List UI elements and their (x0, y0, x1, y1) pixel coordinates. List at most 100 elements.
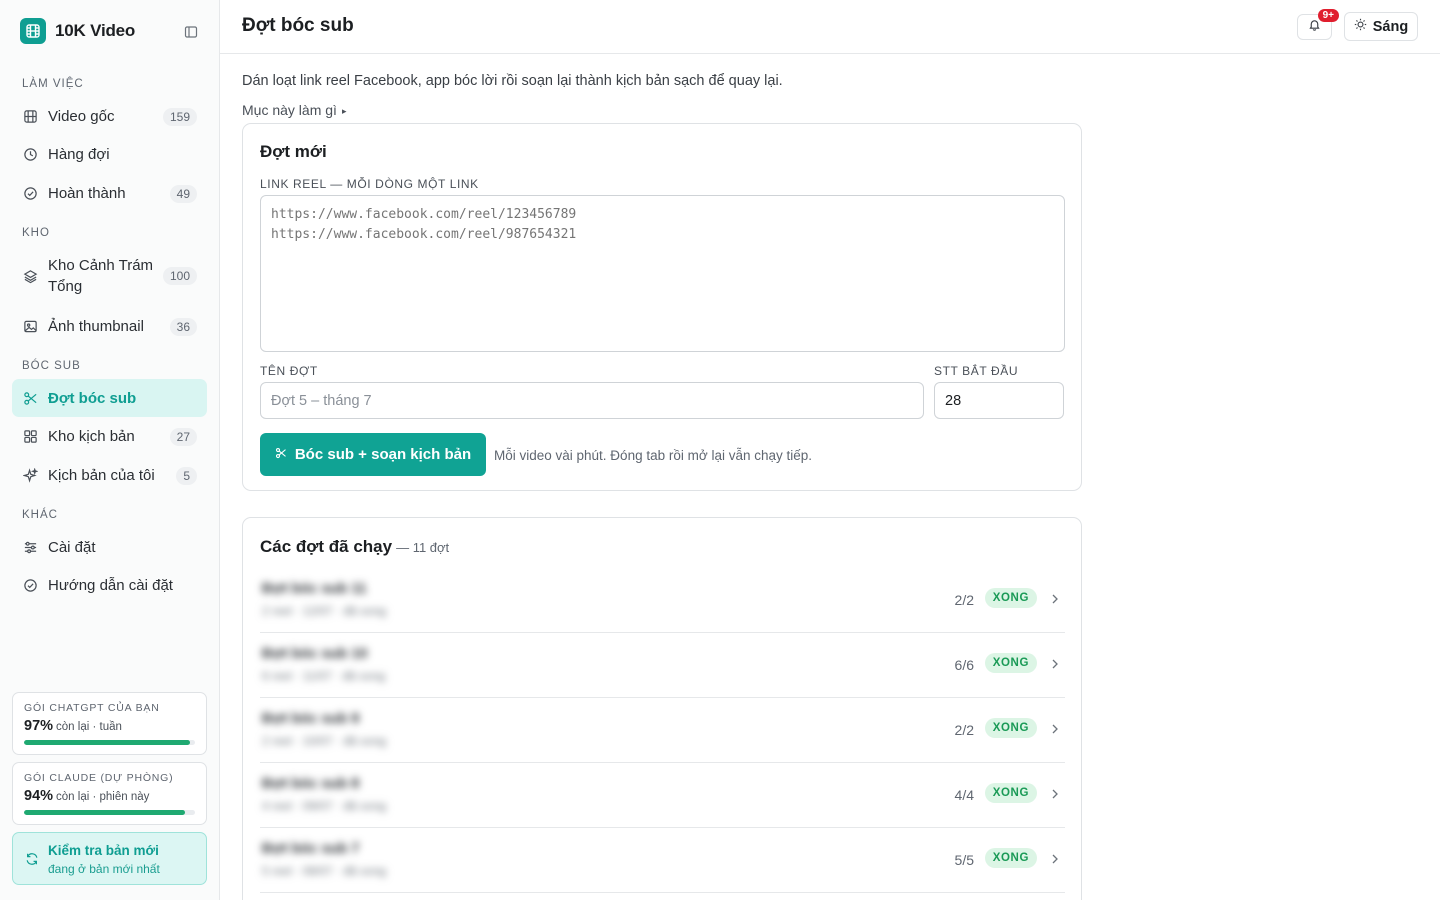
sidebar-item-hoan-thanh[interactable]: Hoàn thành 49 (12, 179, 207, 208)
batch-row-progress: 2/2 (954, 592, 974, 608)
quota-bar-fill (24, 810, 185, 815)
start-index-label: STT BẮT ĐẦU (934, 364, 1019, 378)
status-badge: XONG (984, 783, 1037, 803)
section-label-kho: KHO (22, 227, 50, 239)
help-toggle[interactable]: Mục này làm gì ▸ (242, 102, 346, 118)
batch-row-meta: 2 reel · 10/07 · đã xong (262, 734, 387, 748)
count-badge: 5 (176, 466, 197, 485)
quota-title: GÓI CHATGPT CỦA BẠN (24, 702, 160, 714)
run-button-label: Bóc sub + soạn kịch bản (294, 446, 472, 463)
sidebar-item-label: Hướng dẫn cài đặt (48, 577, 173, 594)
brand[interactable]: 10K Video (20, 18, 135, 44)
count-badge: 27 (169, 427, 197, 446)
sidebar-item-label: Đợt bóc sub (48, 389, 137, 407)
history-count: — 11 đợt (396, 540, 450, 555)
sparkles-icon (22, 468, 38, 484)
count-badge: 36 (169, 317, 197, 336)
sidebar-item-label: Video gốc (48, 108, 115, 125)
sidebar-item-kho-kich-ban[interactable]: Kho kịch bản 27 (12, 422, 207, 451)
quota-percent: 97% (24, 718, 54, 734)
layers-icon (22, 268, 38, 284)
scissors-icon (22, 390, 38, 406)
quota-value: 94% còn lại · phiên này (24, 788, 195, 804)
links-label: LINK REEL — MỖI DÒNG MỘT LINK (260, 177, 479, 191)
sidebar-item-kho-canh-tram[interactable]: Kho Cảnh Trám Tổng 100 (12, 253, 207, 299)
caret-right-icon: ▸ (341, 105, 347, 116)
help-toggle-label: Mục này làm gì (242, 102, 337, 118)
grid-icon (22, 429, 38, 445)
section-label-lam-viec: LÀM VIỆC (22, 78, 84, 90)
batch-name-input[interactable] (260, 382, 924, 419)
sidebar-item-huong-dan[interactable]: Hướng dẫn cài đặt (12, 571, 207, 600)
theme-toggle-button[interactable]: Sáng (1344, 12, 1418, 41)
batch-row[interactable]: Đợt bóc sub 7 5 reel · 08/07 · đã xong 5… (260, 828, 1065, 893)
app-name: 10K Video (55, 21, 136, 40)
top-header: Đợt bóc sub 9+ Sáng (220, 0, 1440, 54)
page-title: Đợt bóc sub (242, 15, 354, 36)
chevron-right-icon (1049, 852, 1061, 870)
new-batch-title: Đợt mới (260, 142, 327, 161)
sidebar-item-label: Hoàn thành (48, 185, 126, 202)
count-badge: 100 (162, 267, 197, 285)
quota-bar (24, 810, 195, 815)
batch-row-progress: 6/6 (954, 657, 974, 673)
batch-row-name: Đợt bóc sub 9 (262, 711, 360, 727)
reel-links-input[interactable] (260, 195, 1065, 352)
sun-icon (1354, 18, 1367, 36)
check-circle-icon (22, 186, 38, 202)
chevron-right-icon (1049, 722, 1061, 740)
run-note: Mỗi video vài phút. Đóng tab rồi mở lại … (494, 448, 813, 463)
batch-row-name: Đợt bóc sub 11 (262, 581, 367, 597)
quota-suffix: còn lại · phiên này (56, 791, 150, 803)
batch-row-name: Đợt bóc sub 10 (262, 646, 368, 662)
batch-row-meta: 2 reel · 12/07 · đã xong (262, 604, 387, 618)
sidebar-item-dot-boc-sub[interactable]: Đợt bóc sub (12, 379, 207, 417)
batch-row-progress: 5/5 (954, 852, 974, 868)
notifications-button[interactable]: 9+ (1297, 9, 1339, 40)
check-update-button[interactable]: Kiểm tra bản mới đang ở bản mới nhất (12, 832, 207, 885)
sidebar-item-label: Kho kịch bản (48, 428, 135, 445)
batch-row-meta: 5 reel · 08/07 · đã xong (262, 864, 387, 878)
notification-badge: 9+ (1317, 9, 1339, 22)
refresh-icon (25, 852, 39, 871)
sidebar-item-anh-thumbnail[interactable]: Ảnh thumbnail 36 (12, 312, 207, 341)
quota-suffix: còn lại · tuần (56, 721, 122, 733)
batch-name-label: TÊN ĐỢT (260, 364, 318, 378)
start-index-input[interactable] (934, 382, 1064, 419)
batch-row-progress: 2/2 (954, 722, 974, 738)
sidebar-item-label: Kho Cảnh Trám Tổng (48, 257, 154, 295)
section-label-boc-sub: BÓC SUB (22, 360, 81, 372)
new-batch-card: Đợt mới LINK REEL — MỖI DÒNG MỘT LINK TÊ… (242, 123, 1082, 491)
sidebar-item-label: Hàng đợi (48, 146, 110, 163)
section-label-khac: KHÁC (22, 509, 58, 521)
sidebar-item-video-goc[interactable]: Video gốc 159 (12, 102, 207, 131)
page-intro: Dán loạt link reel Facebook, app bóc lời… (242, 73, 783, 89)
film-icon (22, 109, 38, 125)
update-subtitle: đang ở bản mới nhất (48, 862, 160, 876)
chatgpt-quota-card: GÓI CHATGPT CỦA BẠN 97% còn lại · tuần (12, 692, 207, 755)
sidebar-item-label: Kịch bản của tôi (48, 467, 155, 484)
batch-row-name: Đợt bóc sub 8 (262, 776, 360, 792)
quota-value: 97% còn lại · tuần (24, 718, 195, 734)
clock-icon (22, 147, 38, 163)
status-badge: XONG (984, 848, 1037, 868)
quota-percent: 94% (24, 788, 54, 804)
sidebar-item-kich-ban-cua-toi[interactable]: Kịch bản của tôi 5 (12, 461, 207, 490)
batch-row-meta: 4 reel · 09/07 · đã xong (262, 799, 387, 813)
check-circle-icon (22, 578, 38, 594)
batch-row[interactable]: Đợt bóc sub 9 2 reel · 10/07 · đã xong 2… (260, 698, 1065, 763)
run-extract-button[interactable]: Bóc sub + soạn kịch bản (260, 433, 486, 476)
sidebar-collapse-icon[interactable] (184, 25, 198, 39)
quota-bar (24, 740, 195, 745)
quota-title: GÓI CLAUDE (DỰ PHÒNG) (24, 772, 174, 784)
sidebar-item-cai-dat[interactable]: Cài đặt (12, 533, 207, 562)
bell-icon (1308, 18, 1321, 36)
batch-row[interactable]: Đợt bóc sub 8 4 reel · 09/07 · đã xong 4… (260, 763, 1065, 828)
sidebar-item-hang-doi[interactable]: Hàng đợi (12, 140, 207, 169)
batch-row-name: Đợt bóc sub 7 (262, 841, 360, 857)
batch-row[interactable]: Đợt bóc sub 11 2 reel · 12/07 · đã xong … (260, 568, 1065, 633)
claude-quota-card: GÓI CLAUDE (DỰ PHÒNG) 94% còn lại · phiên… (12, 762, 207, 825)
batch-row-meta: 6 reel · 11/07 · đã xong (262, 669, 386, 683)
batch-row[interactable]: Đợt bóc sub 10 6 reel · 11/07 · đã xong … (260, 633, 1065, 698)
chevron-right-icon (1049, 657, 1061, 675)
